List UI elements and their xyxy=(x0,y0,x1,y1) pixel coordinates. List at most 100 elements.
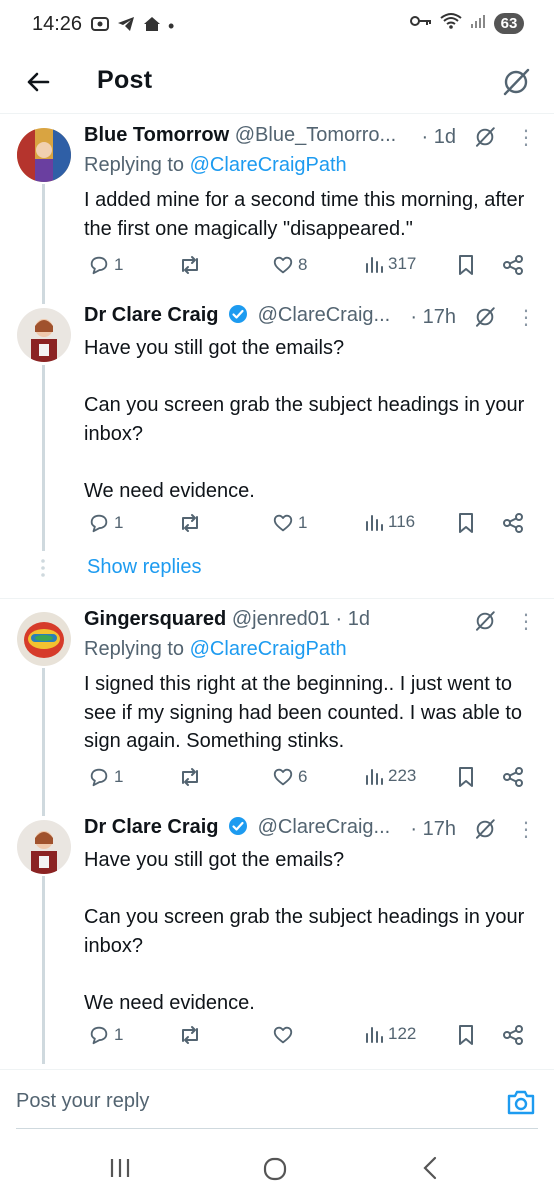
recent-apps-button[interactable] xyxy=(108,1156,132,1185)
author-name[interactable]: Dr Clare Craig xyxy=(84,816,219,838)
avatar[interactable] xyxy=(17,820,71,874)
replying-to-link[interactable]: @ClareCraigPath xyxy=(190,154,347,176)
grok-button[interactable] xyxy=(496,62,536,102)
heart-icon xyxy=(273,1026,293,1044)
more-options-icon[interactable]: ⋮ xyxy=(514,817,536,842)
heart-icon xyxy=(273,768,293,786)
likes-count: 6 xyxy=(298,767,308,786)
more-options-icon[interactable]: ⋮ xyxy=(514,609,536,634)
tweet-text: Have you still got the emails? Can you s… xyxy=(84,849,525,1014)
share-button[interactable] xyxy=(502,254,524,276)
grok-icon xyxy=(503,68,530,96)
reply-button[interactable]: 1 xyxy=(88,1024,123,1046)
grok-icon xyxy=(475,819,495,839)
telegram-icon xyxy=(116,14,136,39)
views-button[interactable]: 116 xyxy=(364,512,415,532)
share-icon xyxy=(503,1025,523,1045)
replying-to: Replying to @ClareCraigPath xyxy=(84,154,347,176)
retweet-button[interactable] xyxy=(178,766,206,788)
author-name[interactable]: Gingersquared xyxy=(84,608,226,630)
retweet-button[interactable] xyxy=(178,254,206,276)
grok-button[interactable] xyxy=(472,304,498,330)
bookmark-icon xyxy=(459,1025,473,1045)
grok-button[interactable] xyxy=(472,816,498,842)
retweet-icon xyxy=(182,514,198,532)
reply-button[interactable]: 1 xyxy=(88,254,123,276)
tweet-actions: 1 8 317 xyxy=(84,254,528,282)
grok-button[interactable] xyxy=(472,124,498,150)
retweet-icon xyxy=(182,1026,198,1044)
avatar[interactable] xyxy=(17,612,71,666)
bookmark-icon xyxy=(459,255,473,275)
author-handle[interactable]: @ClareCraig... xyxy=(258,816,391,838)
bookmark-icon xyxy=(459,767,473,787)
like-button[interactable] xyxy=(272,1024,298,1046)
replies-count: 1 xyxy=(114,513,124,532)
camera-icon xyxy=(507,1090,535,1115)
share-icon xyxy=(503,255,523,275)
like-button[interactable]: 6 xyxy=(272,766,307,788)
views-button[interactable]: 317 xyxy=(364,254,416,274)
replying-to-link[interactable]: @ClareCraigPath xyxy=(190,638,347,660)
tweet-actions: 1 1 116 xyxy=(84,512,528,540)
home-button[interactable] xyxy=(262,1156,288,1187)
bookmark-button[interactable] xyxy=(456,1024,476,1046)
views-button[interactable]: 223 xyxy=(364,766,416,786)
replies-count: 1 xyxy=(114,767,124,786)
bar-chart-icon xyxy=(366,769,383,785)
home-icon xyxy=(142,14,162,39)
speech-bubble-icon xyxy=(90,514,108,533)
share-button[interactable] xyxy=(502,1024,524,1046)
tweet-actions: 1 6 223 xyxy=(84,766,528,794)
more-options-icon[interactable]: ⋮ xyxy=(514,305,536,330)
battery-indicator: 63 xyxy=(494,13,524,34)
share-button[interactable] xyxy=(502,512,524,534)
status-time: 14:26 xyxy=(32,13,83,35)
retweet-button[interactable] xyxy=(178,1024,206,1046)
views-button[interactable]: 122 xyxy=(364,1024,416,1044)
author-name[interactable]: Dr Clare Craig xyxy=(84,304,219,326)
reply-button[interactable]: 1 xyxy=(88,766,123,788)
reply-button[interactable]: 1 xyxy=(88,512,123,534)
retweet-button[interactable] xyxy=(178,512,206,534)
author-name[interactable]: Blue Tomorrow xyxy=(84,124,229,146)
replies-count: 1 xyxy=(114,1025,124,1044)
avatar[interactable] xyxy=(17,128,71,182)
chevron-left-icon xyxy=(423,1156,437,1180)
reply-input[interactable]: Post your reply xyxy=(16,1090,149,1113)
grok-button[interactable] xyxy=(472,608,498,634)
post-time[interactable]: · 17h xyxy=(410,306,456,329)
views-count: 122 xyxy=(388,1024,417,1043)
post-time[interactable]: · 1d xyxy=(422,126,456,149)
show-replies-link[interactable]: Show replies xyxy=(87,556,202,579)
more-options-icon[interactable]: ⋮ xyxy=(514,125,536,150)
author-handle[interactable]: @ClareCraig... xyxy=(258,304,391,326)
speech-bubble-icon xyxy=(90,1026,108,1045)
author-handle[interactable]: @Blue_Tomorro... xyxy=(235,124,396,146)
back-button[interactable] xyxy=(20,64,56,100)
wifi-icon xyxy=(440,12,462,35)
like-button[interactable]: 1 xyxy=(272,512,307,534)
share-button[interactable] xyxy=(502,766,524,788)
retweet-icon xyxy=(182,768,198,786)
notification-dot-icon: • xyxy=(168,16,175,36)
speech-bubble-icon xyxy=(90,256,108,275)
bookmark-button[interactable] xyxy=(456,512,476,534)
recent-apps-icon xyxy=(110,1159,130,1177)
heart-icon xyxy=(273,256,293,274)
grok-icon xyxy=(475,307,495,327)
system-back-button[interactable] xyxy=(420,1156,440,1185)
like-button[interactable]: 8 xyxy=(272,254,307,276)
bookmark-button[interactable] xyxy=(456,766,476,788)
heart-icon xyxy=(273,514,293,532)
key-icon xyxy=(410,14,432,33)
avatar[interactable] xyxy=(17,308,71,362)
home-circle-icon xyxy=(263,1157,287,1181)
reply-bar: Post your reply xyxy=(0,1069,554,1139)
post-time[interactable]: · 1d xyxy=(336,608,370,630)
post-time[interactable]: · 17h xyxy=(410,818,456,841)
camera-button[interactable] xyxy=(506,1088,536,1121)
bookmark-button[interactable] xyxy=(456,254,476,276)
author-handle[interactable]: @jenred01 xyxy=(232,608,330,630)
retweet-icon xyxy=(182,256,198,274)
